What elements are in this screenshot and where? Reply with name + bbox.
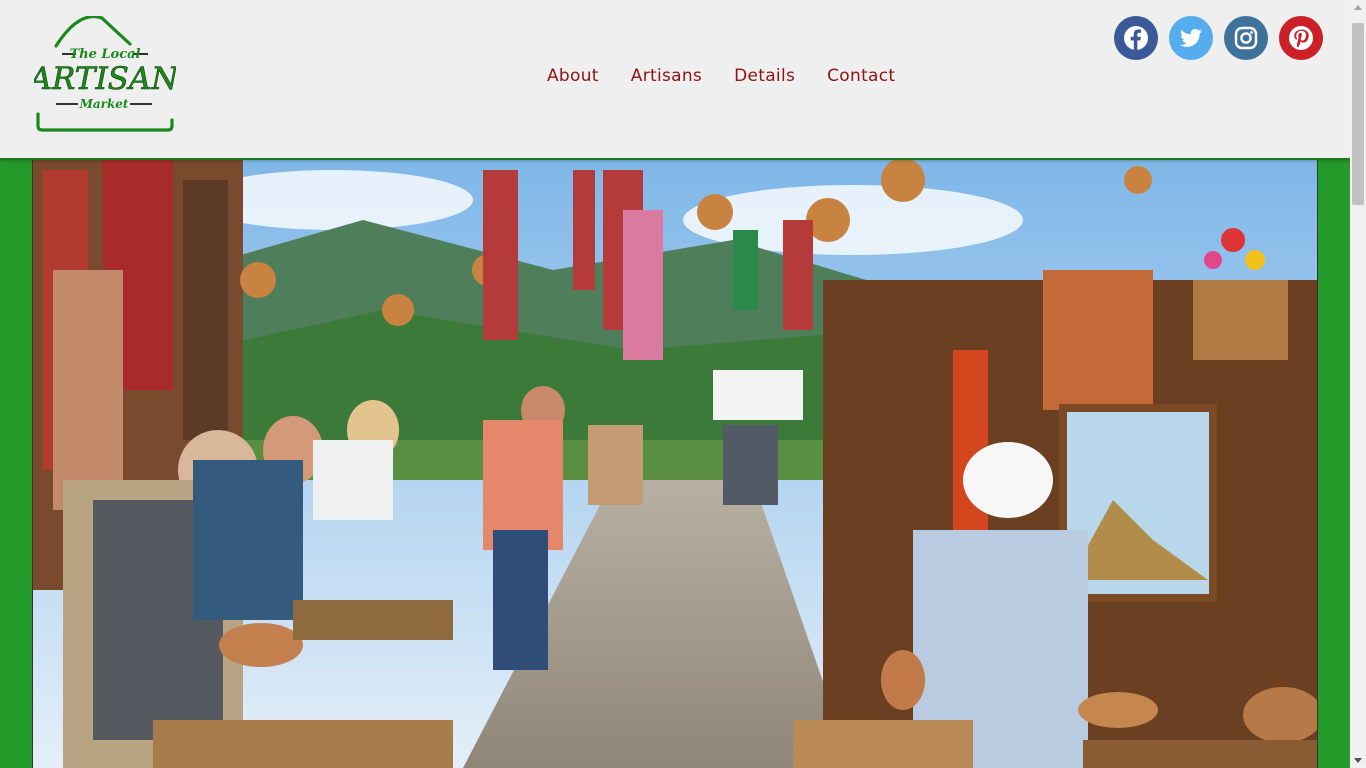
scrollbar-thumb[interactable] — [1352, 23, 1364, 205]
facebook-button[interactable] — [1114, 16, 1158, 60]
site-logo[interactable]: The Local ARTISAN Market — [34, 16, 176, 134]
nav-contact[interactable]: Contact — [827, 66, 895, 86]
hero-image — [32, 160, 1318, 768]
nav-details[interactable]: Details — [734, 66, 795, 86]
scroll-down-arrow-icon[interactable] — [1354, 758, 1362, 763]
logo-line2: ARTISAN — [34, 61, 176, 97]
vertical-scrollbar[interactable] — [1350, 0, 1366, 768]
twitter-button[interactable] — [1169, 16, 1213, 60]
logo-line3: Market — [79, 97, 129, 111]
instagram-button[interactable] — [1224, 16, 1268, 60]
site-header: The Local ARTISAN Market About Artisans … — [0, 0, 1350, 158]
pinterest-button[interactable] — [1279, 16, 1323, 60]
nav-about[interactable]: About — [547, 66, 599, 86]
facebook-icon — [1124, 26, 1148, 50]
nav-artisans[interactable]: Artisans — [631, 66, 702, 86]
social-links — [1114, 16, 1323, 60]
logo-line1: The Local — [69, 47, 140, 62]
main-nav: About Artisans Details Contact — [547, 66, 895, 86]
twitter-icon — [1180, 29, 1202, 47]
instagram-icon — [1234, 26, 1258, 50]
scroll-up-arrow-icon[interactable] — [1354, 5, 1362, 10]
pinterest-icon — [1289, 26, 1313, 50]
